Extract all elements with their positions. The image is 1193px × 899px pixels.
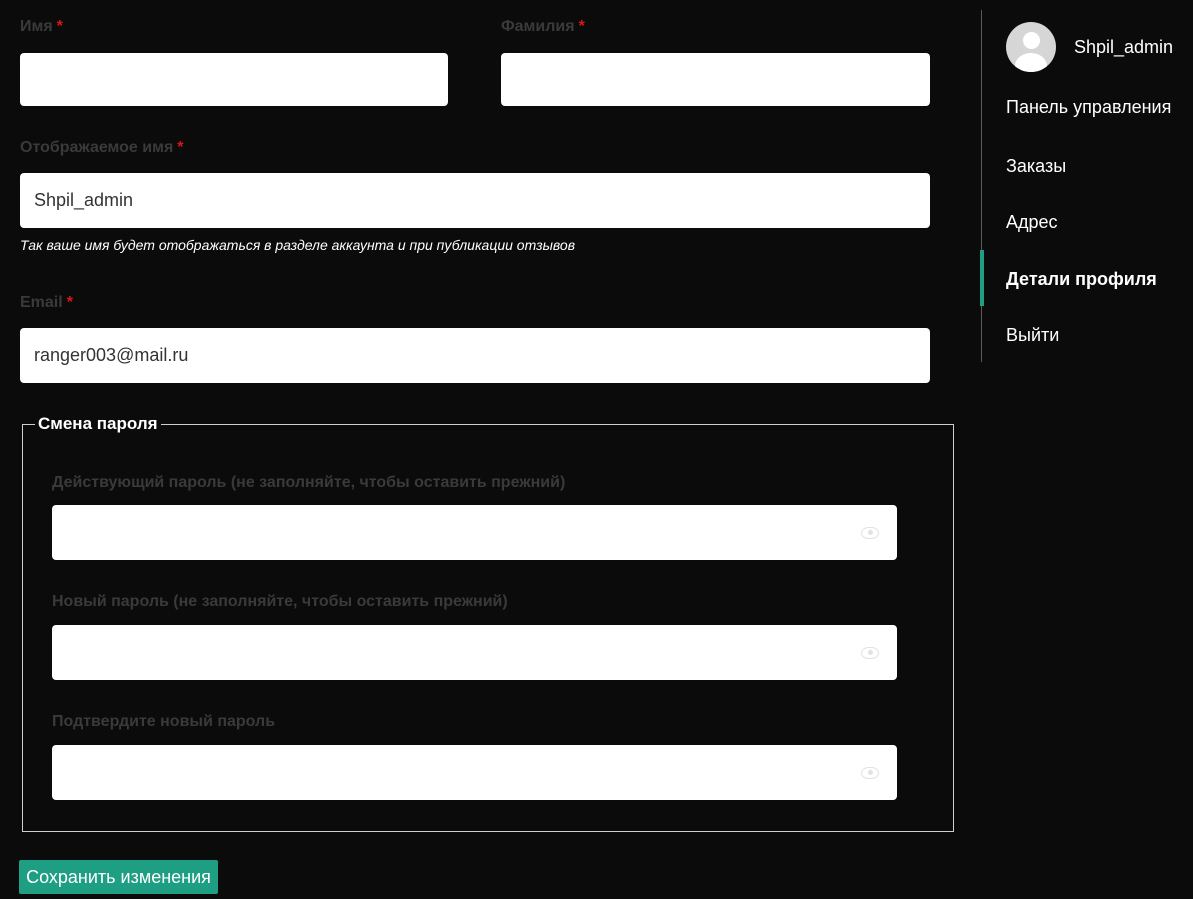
sidebar-item-orders[interactable]: Заказы	[1006, 156, 1066, 177]
display-name-input[interactable]: Shpil_admin	[20, 173, 930, 228]
confirm-password-label: Подтвердите новый пароль	[52, 713, 276, 730]
first-name-label-text: Имя	[20, 18, 53, 35]
sidebar-item-dashboard[interactable]: Панель управления	[1006, 97, 1171, 118]
last-name-label: Фамилия *	[501, 18, 585, 36]
username: Shpil_admin	[1074, 36, 1174, 57]
display-name-label-text: Отображаемое имя	[20, 139, 174, 156]
save-changes-button[interactable]: Сохранить изменения	[19, 860, 218, 894]
required-asterisk: *	[177, 139, 184, 156]
account-sidebar: Shpil_admin Панель управления Заказы Адр…	[980, 10, 1193, 362]
current-password-label: Действующий пароль (не заполняйте, чтобы…	[52, 474, 566, 491]
display-name-hint: Так ваше имя будет отображаться в раздел…	[20, 237, 576, 253]
confirm-password-input[interactable]	[52, 745, 897, 800]
password-change-legend: Смена пароля	[38, 414, 158, 433]
eye-icon[interactable]	[861, 766, 879, 779]
active-indicator	[980, 250, 984, 306]
current-password-input[interactable]	[52, 505, 897, 560]
email-label-text: Email	[20, 294, 63, 311]
first-name-label: Имя *	[20, 18, 63, 36]
required-asterisk: *	[56, 18, 63, 35]
eye-icon[interactable]	[861, 646, 879, 659]
last-name-input[interactable]	[501, 53, 930, 106]
sidebar-item-profile-details[interactable]: Детали профиля	[1006, 269, 1157, 290]
required-asterisk: *	[66, 294, 73, 311]
email-input[interactable]: ranger003@mail.ru	[20, 328, 930, 383]
email-value: ranger003@mail.ru	[34, 345, 189, 365]
eye-icon[interactable]	[861, 526, 879, 539]
new-password-input[interactable]	[52, 625, 897, 680]
new-password-label: Новый пароль (не заполняйте, чтобы остав…	[52, 593, 508, 610]
last-name-label-text: Фамилия	[501, 18, 575, 35]
required-asterisk: *	[578, 18, 585, 35]
email-label: Email *	[20, 294, 73, 312]
sidebar-item-address[interactable]: Адрес	[1006, 212, 1058, 233]
first-name-input[interactable]	[20, 53, 448, 106]
display-name-value: Shpil_admin	[34, 190, 134, 210]
user-avatar-icon	[1006, 22, 1056, 72]
display-name-label: Отображаемое имя *	[20, 139, 184, 157]
user-profile: Shpil_admin	[1006, 22, 1173, 72]
sidebar-item-logout[interactable]: Выйти	[1006, 325, 1059, 346]
